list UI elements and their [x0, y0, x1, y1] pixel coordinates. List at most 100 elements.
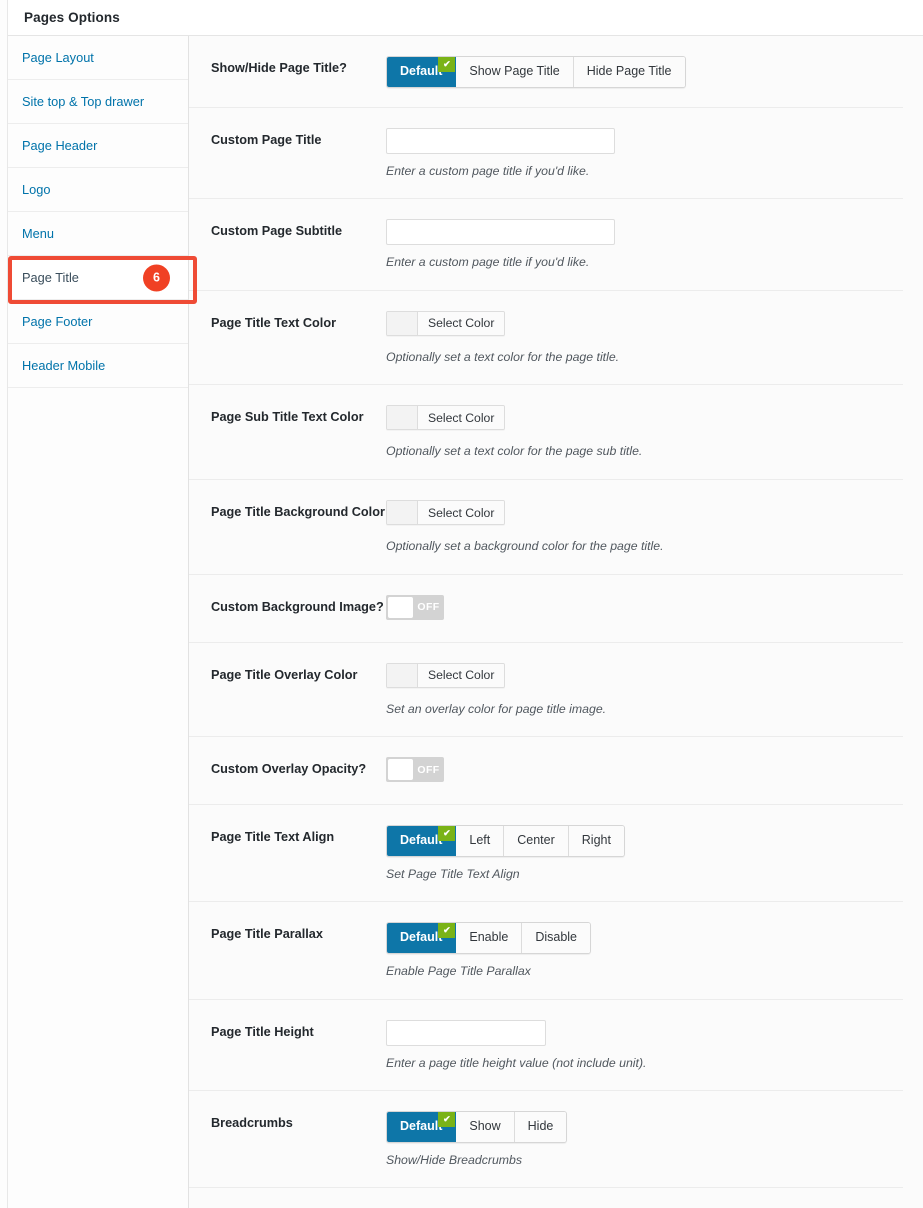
sidebar-item-label: Site top & Top drawer	[22, 94, 145, 109]
custom_page_subtitle-description: Enter a custom page title if you'd like.	[386, 255, 590, 270]
sidebar-item-site-top-top-drawer[interactable]: Site top & Top drawer	[8, 80, 188, 124]
custom_page_title-input[interactable]	[386, 127, 615, 154]
sidebar-item-label: Logo	[22, 182, 51, 197]
panel-body: Page Layout Site top & Top drawer Page Hea…	[8, 36, 923, 1208]
toggle-state-label: OFF	[417, 763, 440, 776]
option-label: Default	[400, 64, 443, 78]
custom_page_subtitle-input[interactable]	[386, 219, 615, 246]
page_title_text_align-option-center[interactable]: Center	[504, 826, 569, 856]
page_title_parallax-option-disable[interactable]: Disable	[522, 923, 590, 954]
page_sub_title_text_color-control: Select Color Optionally set a text color …	[386, 405, 903, 460]
sidebar-item-logo[interactable]: Logo	[8, 168, 188, 212]
page_title_text_align-option-left[interactable]: Left	[456, 826, 505, 856]
show_hide_page_title-button-group: Default ✔ Show Page Title Hide Page Title	[386, 56, 686, 88]
toggle-state-label: OFF	[417, 601, 440, 614]
page_title_background_color-description: Optionally set a background color for th…	[386, 539, 664, 553]
page_title_parallax-label: Page Title Parallax	[211, 927, 323, 942]
show_hide_page_title-label: Show/Hide Page Title?	[211, 61, 347, 75]
show_hide_page_title-option-default[interactable]: Default ✔	[387, 57, 457, 87]
color-swatch[interactable]	[387, 663, 418, 687]
page_title_parallax-button-group: Default ✔ Enable Disable	[386, 922, 591, 955]
page_sub_title_text_color-color-picker[interactable]: Select Color	[386, 405, 506, 431]
sidebar-item-page-layout[interactable]: Page Layout	[8, 36, 188, 80]
option-label: Default	[400, 833, 443, 848]
page_title_background_color-label: Page Title Background Color	[211, 505, 385, 519]
custom_background_image-control: OFF	[386, 594, 903, 623]
custom_overlay_opacity-toggle[interactable]: OFF	[386, 757, 444, 783]
page_title_text_align-button-group: Default ✔ Left Center Right	[386, 825, 625, 857]
select-color-button[interactable]: Select Color	[418, 663, 505, 687]
show_hide_page_title-control: Default ✔ Show Page Title Hide Page Title	[386, 56, 903, 88]
field-row-page_title_text_align: Page Title Text Align Default ✔ Left Center R…	[189, 805, 903, 903]
page_sub_title_text_color-description: Optionally set a text color for the page…	[386, 444, 643, 459]
page-title: Pages Options	[24, 10, 120, 25]
settings-content: Show/Hide Page Title? Default ✔ Show Page T…	[189, 36, 923, 1208]
field-row-custom_overlay_opacity: Custom Overlay Opacity? OFF	[189, 737, 903, 806]
page_title_text_align-description: Set Page Title Text Align	[386, 866, 520, 881]
page_title_text_align-label: Page Title Text Align	[211, 830, 335, 845]
sidebar-item-page-title[interactable]: Page Title 6	[8, 256, 197, 304]
color-swatch[interactable]	[387, 406, 418, 430]
breadcrumbs-option-default[interactable]: Default ✔	[387, 1112, 457, 1142]
select-color-button[interactable]: Select Color	[418, 501, 505, 524]
field-row-remove_margin_bottom: Remove Margin BottomOFF	[189, 1188, 903, 1208]
option-label: Left	[469, 833, 491, 848]
settings-sidebar: Page Layout Site top & Top drawer Page Hea…	[8, 36, 197, 1208]
custom_page_title-description: Enter a custom page title if you'd like.	[386, 163, 590, 178]
sidebar-item-label: Page Footer	[22, 314, 93, 329]
custom_background_image-toggle[interactable]: OFF	[386, 594, 444, 620]
page_title_text_color-control: Select Color Optionally set a text color …	[386, 310, 903, 366]
sidebar-item-label: Header Mobile	[22, 358, 106, 373]
field-row-page_title_height: Page Title Height Enter a page title heig…	[189, 1000, 903, 1092]
page_title_overlay_color-label: Page Title Overlay Color	[211, 667, 358, 682]
page_title_text_align-option-right[interactable]: Right	[568, 826, 624, 856]
color-swatch[interactable]	[387, 501, 418, 524]
custom_page_title-label: Custom Page Title	[211, 132, 322, 147]
sidebar-item-label: Page Header	[22, 138, 98, 153]
field-row-show_hide_page_title: Show/Hide Page Title? Default ✔ Show Page T…	[189, 36, 903, 108]
option-label: Default	[400, 930, 443, 945]
page_title_text_align-control: Default ✔ Left Center Right Set Page Title Te…	[386, 825, 903, 882]
pages-options-panel: Pages Options Page Layout Site top & Top …	[0, 0, 923, 1208]
page_title_text_color-label: Page Title Text Color	[211, 315, 337, 330]
toggle-knob	[388, 596, 413, 618]
breadcrumbs-option-hide[interactable]: Hide	[514, 1112, 567, 1142]
field-row-page_title_parallax: Page Title Parallax Default ✔ Enable Disable…	[189, 902, 903, 1000]
breadcrumbs-control: Default ✔ Show Hide Show/Hide Breadcrumbs	[386, 1111, 903, 1168]
page_title_text_align-option-default[interactable]: Default ✔	[387, 826, 457, 856]
option-label: Disable	[535, 930, 577, 945]
select-color-button[interactable]: Select Color	[418, 311, 505, 335]
page_title_parallax-option-default[interactable]: Default ✔	[387, 923, 457, 954]
page_title_overlay_color-color-picker[interactable]: Select Color	[386, 662, 506, 688]
option-label: Show Page Title	[469, 64, 560, 78]
page_title_text_color-color-picker[interactable]: Select Color	[386, 310, 506, 336]
toggle-knob	[388, 759, 413, 781]
sidebar-item-label: Page Title	[22, 270, 79, 285]
page_title_height-label: Page Title Height	[211, 1024, 314, 1039]
page_title_parallax-control: Default ✔ Enable Disable Enable Page Title P…	[386, 922, 903, 979]
page_title_background_color-color-picker[interactable]: Select Color	[386, 500, 506, 525]
field-row-page_sub_title_text_color: Page Sub Title Text Color Select Color Opt…	[189, 385, 903, 480]
option-label: Center	[517, 833, 555, 848]
page_title_parallax-option-enable[interactable]: Enable	[456, 923, 523, 954]
sidebar-item-header-mobile[interactable]: Header Mobile	[8, 344, 188, 388]
show_hide_page_title-option-show-page-title[interactable]: Show Page Title	[456, 57, 574, 87]
page_title_background_color-control: Select Color Optionally set a background …	[386, 500, 903, 555]
page_title_height-control: Enter a page title height value (not inc…	[386, 1019, 903, 1072]
select-color-button[interactable]: Select Color	[418, 406, 505, 430]
step-number-badge: 6	[143, 264, 170, 291]
page_title_height-input[interactable]	[386, 1019, 546, 1046]
color-swatch[interactable]	[387, 311, 418, 335]
page_title_overlay_color-description: Set an overlay color for page title imag…	[386, 701, 607, 716]
custom_overlay_opacity-control: OFF	[386, 757, 903, 785]
sidebar-item-menu[interactable]: Menu	[8, 212, 188, 256]
page_title_parallax-description: Enable Page Title Parallax	[386, 964, 531, 979]
breadcrumbs-option-show[interactable]: Show	[456, 1112, 515, 1142]
breadcrumbs-button-group: Default ✔ Show Hide	[386, 1111, 568, 1143]
sidebar-item-page-footer[interactable]: Page Footer	[8, 300, 188, 344]
option-label: Enable	[469, 930, 509, 945]
page_sub_title_text_color-label: Page Sub Title Text Color	[211, 410, 364, 425]
show_hide_page_title-option-hide-page-title[interactable]: Hide Page Title	[573, 57, 685, 87]
sidebar-item-label: Menu	[22, 226, 55, 241]
sidebar-item-page-header[interactable]: Page Header	[8, 124, 188, 168]
